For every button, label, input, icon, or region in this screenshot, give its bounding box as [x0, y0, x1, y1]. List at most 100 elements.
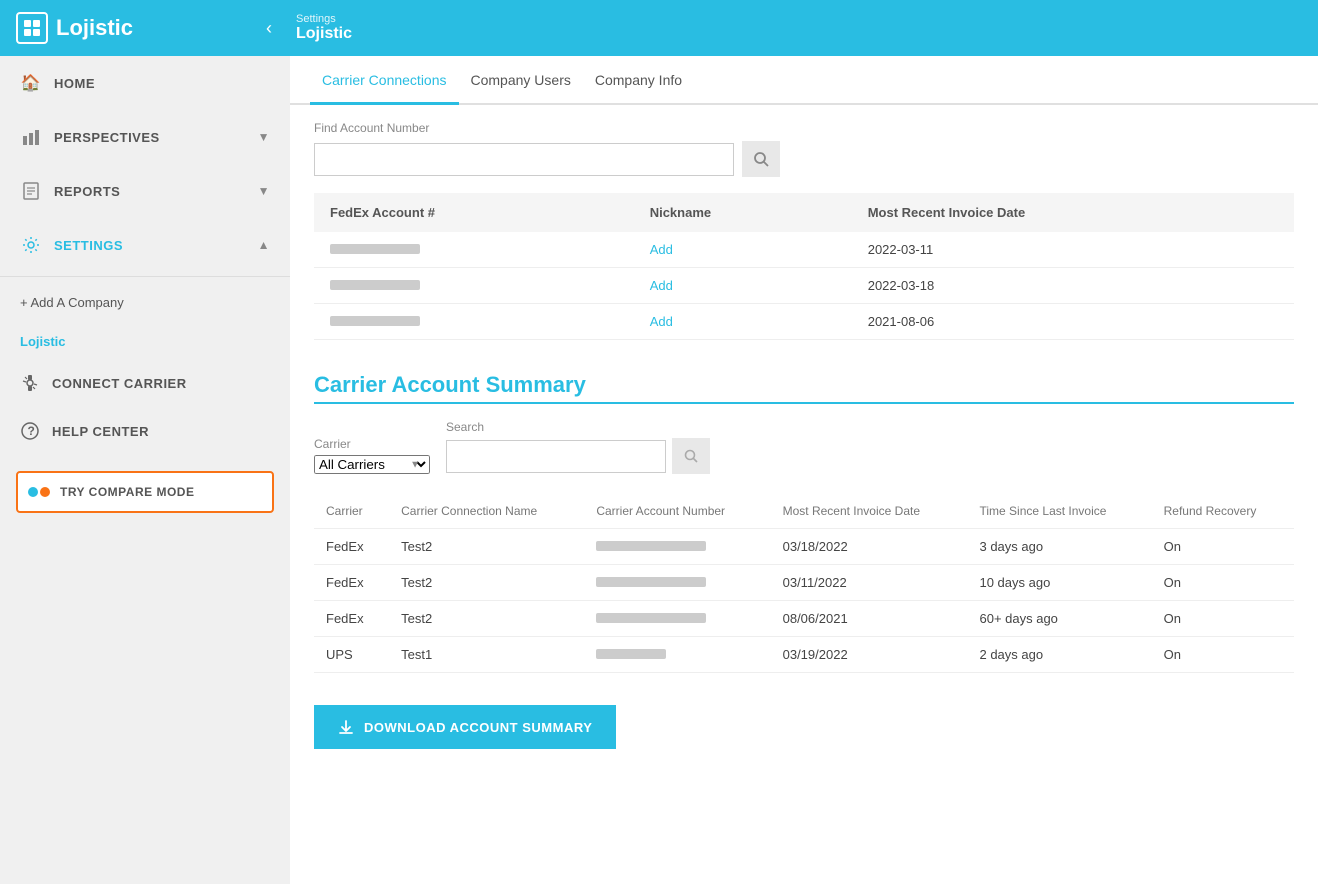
col-carrier: Carrier — [314, 494, 389, 529]
add-company-label: + Add A Company — [20, 295, 124, 310]
masked-account-number — [330, 244, 420, 254]
summary-refund-cell: On — [1152, 565, 1294, 601]
sidebar-item-reports[interactable]: REPORTS ▼ — [0, 164, 290, 218]
tab-company-users[interactable]: Company Users — [459, 56, 583, 105]
find-account-row — [314, 141, 1294, 177]
summary-account-number-cell — [584, 601, 770, 637]
col-recent-invoice: Most Recent Invoice Date — [771, 494, 968, 529]
summary-time-since-cell: 3 days ago — [967, 529, 1151, 565]
summary-refund-cell: On — [1152, 601, 1294, 637]
chevron-down-icon: ▼ — [258, 130, 270, 144]
summary-connection-name-cell: Test2 — [389, 601, 584, 637]
summary-table-row: FedEx Test2 03/11/2022 10 days ago On — [314, 565, 1294, 601]
masked-summary-account — [596, 613, 706, 623]
sidebar-item-home-label: HOME — [54, 76, 95, 91]
summary-section: Carrier Account Summary Carrier All Carr… — [290, 356, 1318, 697]
sidebar-item-perspectives[interactable]: PERSPECTIVES ▼ — [0, 110, 290, 164]
carrier-connections-section: Find Account Number FedEx Account # Nick… — [290, 105, 1318, 356]
reports-icon — [20, 180, 42, 202]
breadcrumb-title: Lojistic — [296, 25, 352, 43]
try-compare-label: TRY COMPARE MODE — [60, 485, 194, 499]
add-nickname-link[interactable]: Add — [650, 242, 673, 257]
summary-invoice-date-cell: 03/18/2022 — [771, 529, 968, 565]
masked-summary-account — [596, 577, 706, 587]
summary-connection-name-cell: Test2 — [389, 565, 584, 601]
accounts-table-row: Add 2022-03-11 — [314, 232, 1294, 268]
help-center-icon: ? — [20, 421, 40, 441]
back-button[interactable]: ‹ — [266, 18, 272, 39]
sidebar-item-home[interactable]: 🏠 HOME — [0, 56, 290, 110]
summary-search-button[interactable] — [672, 438, 710, 474]
summary-carrier-cell: FedEx — [314, 565, 389, 601]
summary-connection-name-cell: Test2 — [389, 529, 584, 565]
search-label: Search — [446, 420, 710, 434]
nickname-cell: Add — [634, 232, 852, 268]
summary-account-number-cell — [584, 529, 770, 565]
sidebar-item-connect-carrier[interactable]: CONNECT CARRIER — [0, 359, 290, 407]
col-connection-name: Carrier Connection Name — [389, 494, 584, 529]
tab-carrier-connections[interactable]: Carrier Connections — [310, 56, 459, 105]
summary-invoice-date-cell: 03/11/2022 — [771, 565, 968, 601]
breadcrumb-label: Settings — [296, 13, 352, 25]
chevron-down-icon-reports: ▼ — [258, 184, 270, 198]
connect-carrier-label: CONNECT CARRIER — [52, 376, 187, 391]
summary-table-row: FedEx Test2 08/06/2021 60+ days ago On — [314, 601, 1294, 637]
accounts-table-row: Add 2021-08-06 — [314, 304, 1294, 340]
summary-time-since-cell: 60+ days ago — [967, 601, 1151, 637]
top-bar: Lojistic ‹ Settings Lojistic — [0, 0, 1318, 56]
col-account-number: Carrier Account Number — [584, 494, 770, 529]
masked-summary-account — [596, 649, 666, 659]
nickname-cell: Add — [634, 268, 852, 304]
carrier-filter-group: Carrier All Carriers FedEx UPS — [314, 437, 430, 474]
masked-summary-account — [596, 541, 706, 551]
home-icon: 🏠 — [20, 72, 42, 94]
download-label: DOWNLOAD ACCOUNT SUMMARY — [364, 720, 592, 735]
invoice-date-cell: 2022-03-11 — [852, 232, 1294, 268]
search-filter-group: Search — [446, 420, 710, 474]
summary-invoice-date-cell: 03/19/2022 — [771, 637, 968, 673]
company-name: Lojistic — [0, 324, 290, 359]
find-account-search-button[interactable] — [742, 141, 780, 177]
summary-table-row: FedEx Test2 03/18/2022 3 days ago On — [314, 529, 1294, 565]
invoice-date-cell: 2021-08-06 — [852, 304, 1294, 340]
settings-icon — [20, 234, 42, 256]
find-account-label: Find Account Number — [314, 121, 1294, 135]
accounts-table-row: Add 2022-03-18 — [314, 268, 1294, 304]
summary-connection-name-cell: Test1 — [389, 637, 584, 673]
carrier-select-wrapper: All Carriers FedEx UPS — [314, 455, 430, 474]
add-nickname-link[interactable]: Add — [650, 278, 673, 293]
accounts-table: FedEx Account # Nickname Most Recent Inv… — [314, 193, 1294, 340]
dot-blue — [28, 487, 38, 497]
logo: Lojistic — [16, 12, 266, 44]
content-area: Carrier Connections Company Users Compan… — [290, 56, 1318, 884]
divider-1 — [0, 276, 290, 277]
logo-icon — [16, 12, 48, 44]
find-account-input[interactable] — [314, 143, 734, 176]
invoice-date-cell: 2022-03-18 — [852, 268, 1294, 304]
try-compare-mode-button[interactable]: TRY COMPARE MODE — [16, 471, 274, 513]
sidebar: 🏠 HOME PERSPECTIVES ▼ — [0, 56, 290, 884]
summary-refund-cell: On — [1152, 529, 1294, 565]
dot-orange — [40, 487, 50, 497]
download-account-summary-button[interactable]: DOWNLOAD ACCOUNT SUMMARY — [314, 705, 616, 749]
summary-refund-cell: On — [1152, 637, 1294, 673]
connect-carrier-icon — [20, 373, 40, 393]
sidebar-item-settings[interactable]: SETTINGS ▲ — [0, 218, 290, 272]
summary-table: Carrier Carrier Connection Name Carrier … — [314, 494, 1294, 673]
tab-company-info[interactable]: Company Info — [583, 56, 694, 105]
account-number-cell — [314, 232, 634, 268]
add-nickname-link[interactable]: Add — [650, 314, 673, 329]
nickname-cell: Add — [634, 304, 852, 340]
summary-search-input[interactable] — [446, 440, 666, 473]
col-nickname: Nickname — [634, 193, 852, 232]
col-fedex-account: FedEx Account # — [314, 193, 634, 232]
carrier-select[interactable]: All Carriers FedEx UPS — [314, 455, 430, 474]
summary-table-row: UPS Test1 03/19/2022 2 days ago On — [314, 637, 1294, 673]
tabs-bar: Carrier Connections Company Users Compan… — [290, 56, 1318, 105]
logo-text: Lojistic — [56, 15, 133, 41]
sidebar-item-help-center[interactable]: ? HELP CENTER — [0, 407, 290, 455]
col-refund: Refund Recovery — [1152, 494, 1294, 529]
sidebar-item-reports-label: REPORTS — [54, 184, 120, 199]
summary-title: Carrier Account Summary — [314, 372, 1294, 398]
add-company-button[interactable]: + Add A Company — [0, 281, 290, 324]
